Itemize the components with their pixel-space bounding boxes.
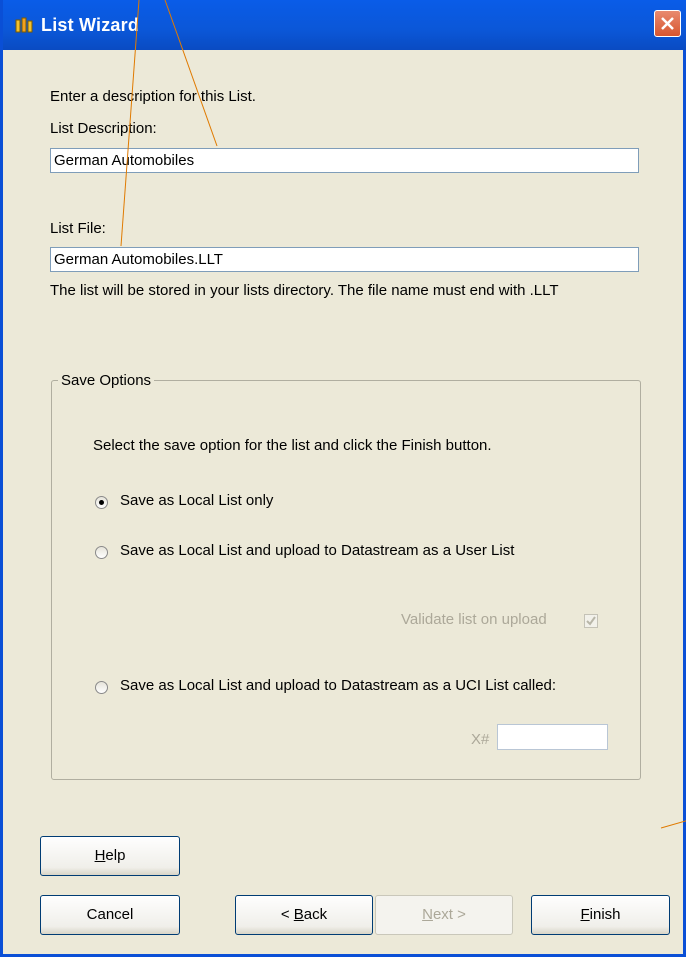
radio-user-list-label[interactable]: Save as Local List and upload to Datastr…	[120, 542, 514, 559]
checkmark-icon	[586, 616, 596, 626]
help-label: elp	[105, 847, 126, 864]
back-hotkey: B	[293, 906, 304, 923]
cancel-button[interactable]: Cancel	[40, 895, 180, 935]
back-prefix: <	[280, 906, 294, 923]
next-button[interactable]: Next >	[375, 895, 513, 935]
save-instruction: Select the save option for the list and …	[93, 437, 492, 454]
back-button[interactable]: < Back	[235, 895, 373, 935]
list-description-input[interactable]: German Automobiles	[50, 148, 639, 173]
finish-label: inish	[589, 906, 621, 923]
back-label: ack	[303, 906, 328, 923]
close-button[interactable]	[654, 10, 681, 37]
validate-checkbox[interactable]	[584, 614, 598, 628]
help-hotkey: H	[94, 847, 106, 864]
wizard-body: Enter a description for this List. List …	[3, 50, 686, 957]
uci-prefix-label: X#	[471, 731, 490, 748]
close-icon	[661, 17, 674, 30]
next-label: ext >	[432, 906, 466, 923]
library-books-icon	[15, 17, 33, 33]
help-button[interactable]: Help	[40, 836, 180, 876]
radio-local-list[interactable]	[95, 496, 108, 509]
list-description-label: List Description:	[50, 120, 157, 137]
next-hotkey: N	[422, 906, 433, 923]
list-wizard-window: List Wizard Enter a description for this…	[0, 0, 686, 957]
validate-label: Validate list on upload	[401, 611, 547, 628]
list-file-note: The list will be stored in your lists di…	[50, 282, 559, 299]
finish-button[interactable]: Finish	[531, 895, 670, 935]
radio-local-list-label[interactable]: Save as Local List only	[120, 492, 273, 509]
list-file-label: List File:	[50, 220, 106, 237]
save-options-legend: Save Options	[58, 372, 155, 389]
window-title: List Wizard	[41, 15, 140, 35]
radio-user-list[interactable]	[95, 546, 108, 559]
uci-name-input[interactable]	[497, 724, 608, 750]
list-file-input[interactable]: German Automobiles.LLT	[50, 247, 639, 272]
intro-text: Enter a description for this List.	[50, 88, 256, 105]
title-bar[interactable]: List Wizard	[3, 0, 686, 50]
radio-uci-list-label[interactable]: Save as Local List and upload to Datastr…	[120, 677, 556, 694]
finish-hotkey: F	[580, 906, 590, 923]
radio-uci-list[interactable]	[95, 681, 108, 694]
